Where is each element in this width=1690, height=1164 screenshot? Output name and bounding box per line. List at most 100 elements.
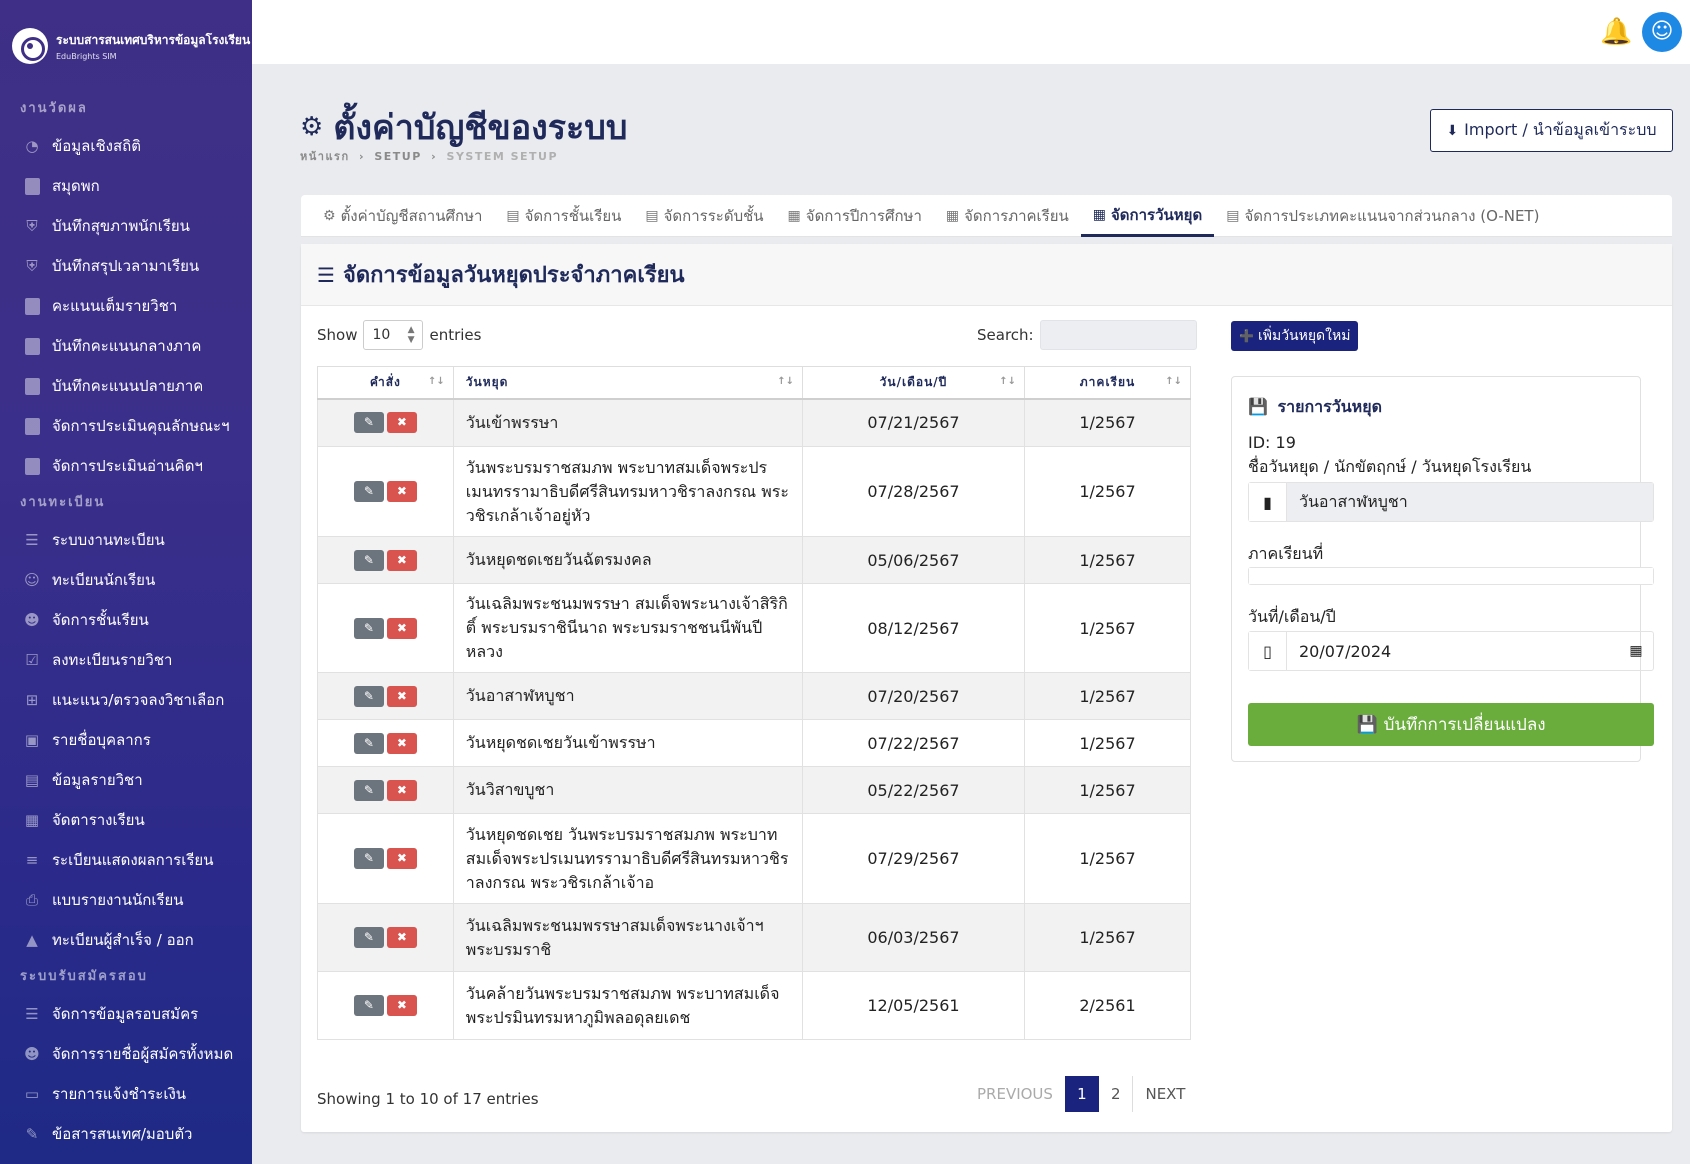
sidebar-item[interactable]: บันทึกคะแนนปลายภาค [0,366,252,406]
edit-button[interactable]: ✎ [353,927,384,948]
sidebar-item[interactable]: จัดการประเมินอ่านคิดฯ [0,446,252,486]
next-page-button[interactable]: NEXT [1132,1076,1197,1112]
row-actions: ✎ ✖ [317,446,454,537]
delete-button[interactable]: ✖ [386,732,417,754]
delete-button[interactable]: ✖ [386,481,417,502]
import-button[interactable]: ⬇ Import / นำข้อมูลเข้าระบบ [1430,109,1673,152]
sidebar-item[interactable]: คะแนนเต็มรายวิชา [0,286,252,326]
edit-button[interactable]: ✎ [353,412,384,434]
column-header-term[interactable]: ภาคเรียน ↑↓ [1024,366,1191,400]
page-size-select[interactable]: 10 ▲ ▼ [363,320,424,350]
delete-button[interactable]: ✖ [386,995,417,1016]
briefcase-icon: ▣ [24,731,40,749]
user-icon: ☻ [24,1045,40,1063]
sidebar-item[interactable]: ▤ ข้อมูลรายวิชา [0,760,252,800]
add-holiday-button[interactable]: ➕ เพิ่มวันหยุดใหม่ [1231,321,1359,351]
delete-button[interactable]: ✖ [386,848,417,869]
row-actions: ✎ ✖ [317,766,454,814]
sidebar-item[interactable]: ◔ ข้อมูลเชิงสถิติ [0,126,252,166]
save-changes-button[interactable]: 💾 บันทึกการเปลี่ยนแปลง [1248,703,1654,746]
column-header-date[interactable]: วัน/เดือน/ปี ↑↓ [801,366,1026,400]
sidebar-item[interactable]: ☺ ทะเบียนนักเรียน [0,560,252,600]
brand-subtitle: EduBrights SIM [56,52,117,61]
delete-button[interactable]: ✖ [386,617,417,639]
edit-button[interactable]: ✎ [353,779,384,801]
column-header-holiday[interactable]: วันหยุด ↑↓ [452,366,803,400]
gear-icon: ⚙ [300,112,324,142]
delete-button[interactable]: ✖ [386,685,417,707]
sidebar-item[interactable]: ▭ รายการแจ้งชำระเงิน [0,1074,252,1114]
sidebar-item[interactable]: ▣ รายชื่อบุคลากร [0,720,252,760]
holiday-name-cell: วันอาสาฬหบูชา [452,672,803,720]
edit-icon: ✎ [363,552,374,567]
sidebar-item[interactable]: ⛨ บันทึกสุขภาพนักเรียน [0,206,252,246]
edit-button[interactable]: ✎ [353,549,384,571]
sidebar-item[interactable]: ☰ จัดการข้อมูลรอบสมัคร [0,994,252,1034]
sidebar-item[interactable]: ⊞ แนะแนว/ตรวจลงวิชาเลือก [0,680,252,720]
delete-button[interactable]: ✖ [386,549,417,571]
breadcrumb-setup[interactable]: SETUP [374,150,421,163]
term-select[interactable] [1248,567,1654,585]
holiday-date-cell: 07/22/2567 [801,719,1026,767]
pie-chart-icon: ◔ [25,137,39,155]
select-arrows-icon: ▲ ▼ [407,325,415,345]
sidebar-item[interactable]: ▦ จัดตารางเรียน [0,800,252,840]
holiday-term-cell: 1/2567 [1024,536,1191,584]
calendar-picker-icon[interactable]: ▦ [1619,643,1653,659]
tab-6[interactable]: ▦ จัดการวันหยุด [1080,195,1215,237]
sidebar-item[interactable]: ☑ ลงทะเบียนรายวิชา [0,640,252,680]
row-actions: ✎ ✖ [317,536,454,584]
open-book-icon: ▤ [24,771,40,789]
page-button-2[interactable]: 2 [1099,1076,1133,1112]
holiday-name-cell: วันวิสาขบูชา [452,766,803,814]
search-input[interactable] [1039,320,1197,350]
holiday-date-cell: 05/06/2567 [801,536,1026,584]
settings-tabs: ⚙ ตั้งค่าบัญชีสถานศึกษา ▤ จัดการชั้นเรียน ▤ จ… [301,195,1672,237]
sidebar-item[interactable]: ⛨ บันทึกสรุปเวลามาเรียน [0,246,252,286]
sidebar-item[interactable]: ≡ ระเบียนแสดงผลการเรียน [0,840,252,880]
tab-4[interactable]: ▦ จัดการปีการศึกษา [776,195,934,237]
sidebar-item[interactable]: ✎ ข้อสารสนเทศ/มอบตัว [0,1114,252,1154]
brand[interactable]: ระบบสารสนเทศบริหารข้อมูลโรงเรียน EduBrig… [0,0,252,92]
sidebar-item[interactable]: ▲ ทะเบียนผู้สำเร็จ / ออก [0,920,252,960]
save-changes-label: บันทึกการเปลี่ยนแปลง [1383,715,1546,735]
sidebar-item[interactable]: ☻ จัดการรายชื่อผู้สมัครทั้งหมด [0,1034,252,1074]
trash-icon: ✖ [396,782,407,797]
delete-button[interactable]: ✖ [386,779,417,801]
shield-icon: ⛨ [26,257,38,275]
sidebar-item-label: จัดการชั้นเรียน [52,611,149,629]
bell-icon[interactable]: 🔔 [1600,16,1632,48]
tab-5[interactable]: ▦ จัดการภาคเรียน [934,195,1081,237]
edit-button[interactable]: ✎ [353,481,384,502]
holiday-name-label: ชื่อวันหยุด / นักขัตฤกษ์ / วันหยุดโรงเรี… [1248,457,1532,476]
breadcrumb-home[interactable]: หน้าแรก [300,150,350,163]
sidebar-item[interactable]: บันทึกคะแนนกลางภาค [0,326,252,366]
tab-1[interactable]: ⚙ ตั้งค่าบัญชีสถานศึกษา [311,195,494,237]
sidebar-item[interactable]: สมุดพก [0,166,252,206]
page-button-1[interactable]: 1 [1064,1076,1099,1112]
delete-button[interactable]: ✖ [386,412,417,434]
tab-7[interactable]: ▤ จัดการประเภทคะแนนจากส่วนกลาง (O-NET) [1214,195,1551,237]
previous-page-button[interactable]: PREVIOUS [965,1076,1065,1112]
user-avatar-icon[interactable]: ☺ [1642,12,1682,52]
sidebar-item[interactable]: ⎙ แบบรายงานนักเรียน [0,880,252,920]
edit-button[interactable]: ✎ [353,617,384,639]
table-row: ✎ ✖ วันอาสาฬหบูชา 07/20/2567 1/2567 [317,672,1191,720]
sidebar-item[interactable]: ☻ จัดการชั้นเรียน [0,600,252,640]
delete-button[interactable]: ✖ [386,927,417,948]
holiday-name-field[interactable]: ▮ วันอาสาฬหบูชา [1248,482,1654,522]
tab-2[interactable]: ▤ จัดการชั้นเรียน [494,195,633,237]
holiday-name-value: วันอาสาฬหบูชา [1287,483,1653,521]
sidebar-item[interactable]: จัดการประเมินคุณลักษณะฯ [0,406,252,446]
edit-button[interactable]: ✎ [353,732,384,754]
money-icon: ▭ [24,1085,40,1103]
edit-button[interactable]: ✎ [353,995,384,1016]
date-field[interactable]: ▯ 20/07/2024 ▦ [1248,631,1654,671]
table-icon: ▤ [1226,208,1240,224]
sidebar-item[interactable]: ☰ ระบบงานทะเบียน [0,520,252,560]
edit-button[interactable]: ✎ [353,685,384,707]
column-header-command[interactable]: คำสั่ง ↑↓ [317,366,454,400]
tab-3[interactable]: ▤ จัดการระดับชั้น [633,195,775,237]
tab-label: จัดการวันหยุด [1111,205,1203,224]
edit-button[interactable]: ✎ [353,848,384,869]
